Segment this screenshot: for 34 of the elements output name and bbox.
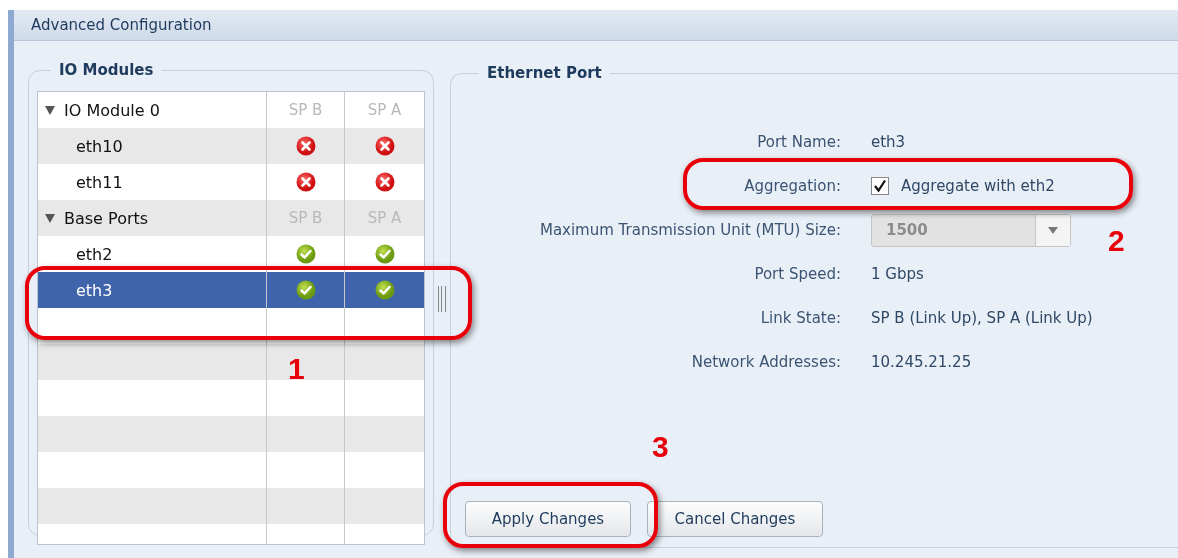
field-value: eth3 — [871, 133, 907, 151]
field-value: 10.245.21.25 — [871, 353, 973, 371]
checkbox[interactable] — [871, 177, 889, 195]
window-title: Advanced Configuration — [31, 16, 212, 34]
expanded-triangle-icon[interactable] — [44, 212, 56, 224]
group-label: IO Module 0 — [64, 100, 160, 120]
field-value: 1 Gbps — [871, 265, 925, 283]
group-label: Base Ports — [64, 208, 149, 228]
step-number: 3 — [652, 430, 669, 464]
port-label: eth11 — [75, 172, 123, 192]
apply-button[interactable]: Apply Changes — [465, 501, 631, 537]
splitter-handle[interactable] — [438, 286, 446, 312]
panel-title: Ethernet Port — [486, 64, 603, 82]
field-label: Port Speed: — [753, 265, 841, 283]
field-label: Port Name: — [756, 133, 841, 151]
port-label: eth3 — [75, 280, 113, 300]
port-row[interactable]: eth3 — [38, 272, 424, 308]
column-header: SP B — [288, 101, 323, 119]
step-number: 2 — [1108, 224, 1125, 258]
checkbox-label[interactable]: Aggregate with eth2 — [901, 177, 1055, 195]
cancel-button[interactable]: Cancel Changes — [647, 501, 823, 537]
field-label: Aggregation: — [743, 177, 841, 195]
caret-icon — [1048, 226, 1058, 234]
port-row[interactable]: eth10 — [38, 128, 424, 164]
panel-title: IO Modules — [58, 61, 155, 79]
field-value: SP B (Link Up), SP A (Link Up) — [871, 309, 1094, 327]
field-label: Maximum Transmission Unit (MTU) Size: — [538, 221, 841, 239]
step-number: 1 — [288, 352, 305, 386]
expanded-triangle-icon[interactable] — [44, 104, 56, 116]
port-label: eth2 — [75, 244, 113, 264]
port-label: eth10 — [75, 136, 123, 156]
field-label: Network Addresses: — [690, 353, 841, 371]
column-header: SP A — [367, 101, 402, 119]
field-label: Link State: — [759, 309, 841, 327]
